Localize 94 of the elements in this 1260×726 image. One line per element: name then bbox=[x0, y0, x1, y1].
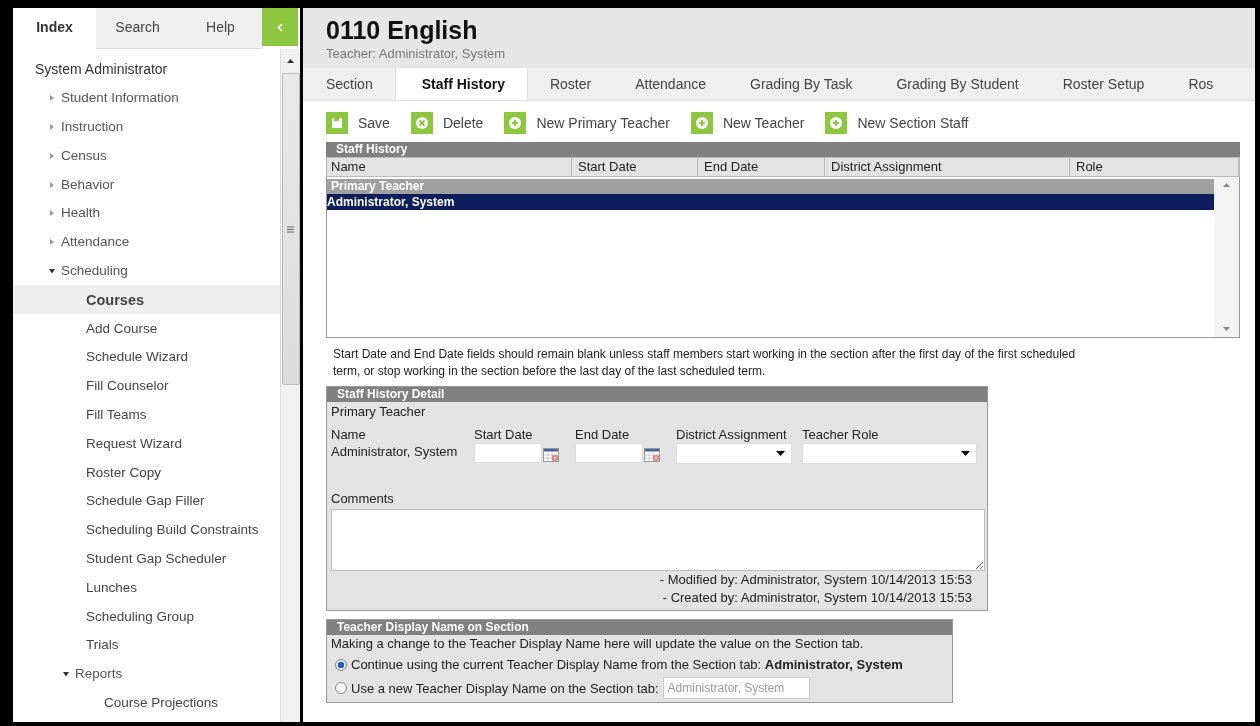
scroll-down-icon bbox=[1223, 327, 1230, 331]
sidebar-tab[interactable]: Help bbox=[179, 8, 262, 49]
tab[interactable]: Roster bbox=[527, 68, 614, 100]
scrollbar[interactable] bbox=[1214, 177, 1239, 337]
scrollbar[interactable] bbox=[280, 49, 300, 722]
calendar-icon bbox=[543, 448, 559, 462]
option-label: Continue using the current Teacher Display Name from the Section tab: Administrator, System bbox=[351, 657, 903, 672]
expanded-arrow-icon bbox=[63, 671, 69, 678]
tab[interactable]: Attendance bbox=[613, 68, 728, 100]
field-label: Name bbox=[331, 426, 367, 443]
tab[interactable]: Grading By Student bbox=[874, 68, 1041, 100]
tree-item[interactable]: System Administrator bbox=[13, 55, 280, 84]
tree-item[interactable]: Roster Copy bbox=[13, 458, 280, 487]
tree-item[interactable]: Instruction bbox=[13, 112, 280, 142]
chevron-left-icon bbox=[277, 22, 283, 32]
tree-item[interactable]: Schedule Gap Filler bbox=[13, 486, 280, 516]
expanded-arrow-icon bbox=[49, 267, 55, 274]
sidebar-tab[interactable]: Search bbox=[96, 8, 179, 49]
tree-item[interactable]: Census bbox=[13, 141, 280, 171]
floppy-icon bbox=[326, 111, 348, 134]
dropdown[interactable] bbox=[802, 443, 977, 464]
caret-icon bbox=[776, 451, 785, 456]
tree-item[interactable]: Reports bbox=[13, 659, 280, 689]
tree-item[interactable]: Schedule Wizard bbox=[13, 342, 280, 372]
scroll-up-icon bbox=[287, 59, 294, 63]
tree-item[interactable]: Add Course bbox=[13, 314, 280, 343]
tab[interactable]: Ros bbox=[1166, 68, 1236, 100]
collapse-button[interactable] bbox=[262, 8, 298, 46]
scroll-thumb[interactable] bbox=[281, 73, 300, 385]
tree-item[interactable]: Fill Teams bbox=[13, 400, 280, 430]
collapsed-arrow-icon bbox=[49, 239, 55, 246]
column-header[interactable]: Name bbox=[327, 158, 572, 176]
date-field[interactable] bbox=[474, 443, 542, 463]
calendar-icon bbox=[644, 448, 660, 462]
help-text: Start Date and End Date fields should remain blank unless staff members start working in the section after the first day of the first scheduled term, or stop working in the section before the last day of the last scheduled term. bbox=[333, 346, 1077, 380]
collapsed-arrow-icon bbox=[49, 152, 55, 159]
tree-item[interactable]: Course Projections bbox=[13, 688, 280, 718]
field-label: Start Date bbox=[474, 426, 534, 443]
table-row[interactable]: Administrator, System bbox=[327, 194, 1214, 210]
scroll-up-icon bbox=[1223, 183, 1230, 187]
tree-item[interactable]: Lunches bbox=[13, 573, 280, 603]
collapsed-arrow-icon bbox=[49, 124, 55, 130]
panel-header: Staff History bbox=[326, 142, 1240, 157]
tree-item[interactable]: Fill Counselor bbox=[13, 371, 280, 401]
collapsed-arrow-icon bbox=[49, 210, 55, 217]
toolbar-button[interactable]: Save bbox=[326, 109, 390, 136]
column-header[interactable]: End Date bbox=[698, 158, 825, 176]
tree-item[interactable]: Courses bbox=[13, 285, 280, 315]
page-title: 0110 English bbox=[326, 16, 479, 44]
field-label: District Assignment bbox=[676, 426, 788, 443]
audit-text: - Created by: Administrator, System 10/14/2013 15:53 bbox=[661, 589, 973, 607]
caret-icon bbox=[961, 451, 970, 456]
toolbar-button[interactable]: Delete bbox=[410, 109, 484, 136]
radio-button[interactable] bbox=[335, 658, 347, 671]
audit-text: - Modified by: Administrator, System 10/14/2013 15:53 bbox=[658, 571, 973, 589]
field-label: End Date bbox=[575, 426, 631, 443]
toolbar-button[interactable]: New Teacher bbox=[690, 109, 805, 136]
panel-header: Staff History Detail bbox=[327, 387, 987, 402]
toolbar-button[interactable]: New Primary Teacher bbox=[504, 109, 670, 136]
field-label: Comments bbox=[331, 490, 395, 507]
grip-icon bbox=[287, 225, 294, 233]
collapsed-arrow-icon bbox=[49, 95, 55, 102]
tree-item[interactable]: Request Wizard bbox=[13, 429, 280, 459]
tree-item[interactable]: Student Gap Scheduler bbox=[13, 544, 280, 574]
tree-item[interactable]: Trials bbox=[13, 630, 280, 660]
tree-item[interactable]: Scheduling Build Constraints bbox=[13, 515, 280, 545]
toolbar-button[interactable]: New Section Staff bbox=[825, 109, 969, 136]
name-field[interactable]: Administrator, System bbox=[662, 677, 810, 699]
tree-item[interactable]: Attendance bbox=[13, 227, 280, 257]
tab[interactable]: Roster Setup bbox=[1040, 68, 1167, 100]
date-field[interactable] bbox=[575, 443, 643, 463]
description-text: Making a change to the Teacher Display Name here will update the value on the Section tab. bbox=[331, 636, 865, 652]
tree-item[interactable]: Health bbox=[13, 199, 280, 228]
column-header[interactable]: District Assignment bbox=[825, 158, 1070, 176]
tab[interactable]: Section bbox=[303, 68, 395, 100]
tree-item[interactable]: Behavior bbox=[13, 170, 280, 199]
panel-header: Teacher Display Name on Section bbox=[327, 620, 952, 635]
collapsed-arrow-icon bbox=[49, 181, 55, 188]
dropdown[interactable] bbox=[676, 443, 792, 464]
tab[interactable]: Staff History bbox=[394, 68, 528, 100]
field-value: Administrator, System bbox=[331, 443, 459, 460]
radio-button[interactable] bbox=[335, 682, 347, 694]
tree-item[interactable]: Scheduling Group bbox=[13, 602, 280, 631]
page-subtitle: Teacher: Administrator, System bbox=[326, 46, 507, 61]
field-label: Teacher Role bbox=[802, 426, 880, 443]
column-header[interactable]: Role bbox=[1070, 158, 1239, 176]
tree-item[interactable]: Scheduling bbox=[13, 256, 280, 286]
column-header[interactable]: Start Date bbox=[572, 158, 698, 176]
tree-item[interactable]: Student Information bbox=[13, 83, 280, 113]
comments-field[interactable] bbox=[331, 509, 985, 571]
group-row: Primary Teacher bbox=[327, 179, 1214, 194]
section-label: Primary Teacher bbox=[331, 404, 427, 420]
option-label: Use a new Teacher Display Name on the Section tab: bbox=[351, 680, 659, 696]
tab[interactable]: Grading By Task bbox=[728, 68, 875, 100]
